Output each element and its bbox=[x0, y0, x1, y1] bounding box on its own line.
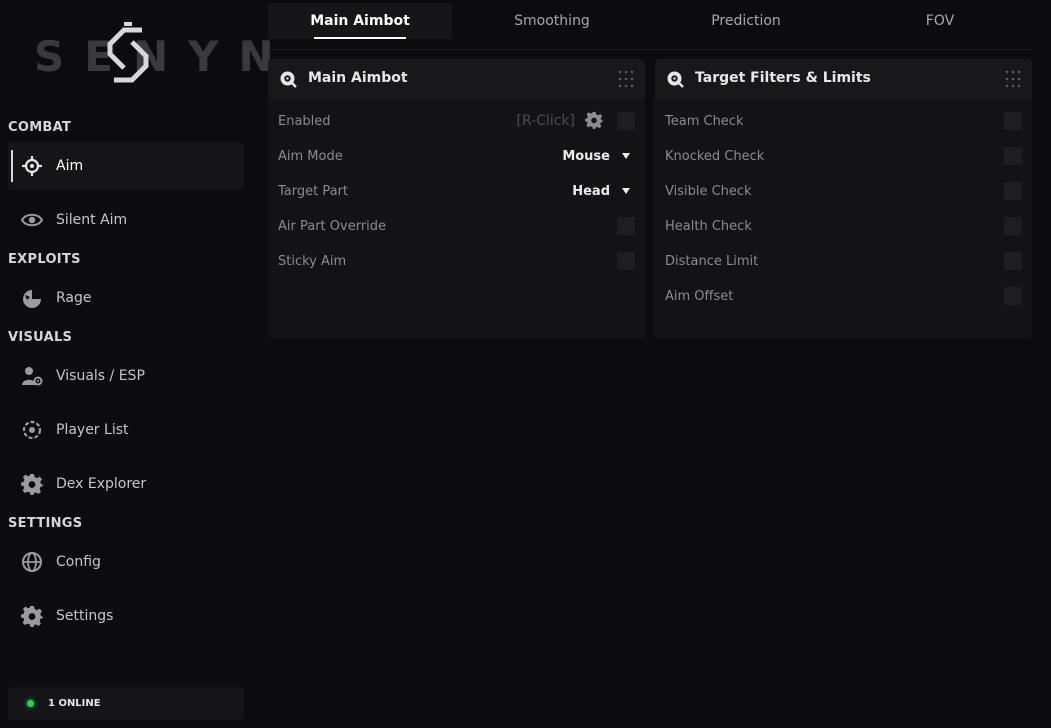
section-title-visuals: VISUALS bbox=[8, 330, 73, 345]
sidebar-item-config[interactable]: Config bbox=[8, 538, 244, 586]
tab-label: FOV bbox=[925, 13, 955, 29]
aim-offset-checkbox[interactable] bbox=[1004, 287, 1022, 305]
row-team-check: Team Check bbox=[655, 106, 1032, 141]
panel-target-filters: Target Filters & Limits Team Check Knock… bbox=[655, 59, 1032, 339]
logo-mark-icon bbox=[107, 22, 149, 83]
row-label: Aim Offset bbox=[665, 289, 734, 304]
row-label: Health Check bbox=[665, 219, 752, 234]
tab-label: Main Aimbot bbox=[310, 13, 410, 29]
sidebar-item-player-list[interactable]: Player List bbox=[8, 406, 244, 454]
gear-icon bbox=[21, 606, 43, 627]
row-label: Aim Mode bbox=[278, 149, 343, 164]
tab-prediction[interactable]: Prediction bbox=[654, 3, 838, 39]
sidebar-item-settings[interactable]: Settings bbox=[8, 592, 244, 640]
brand-logo: SENYN bbox=[34, 22, 274, 88]
player-list-icon bbox=[22, 420, 42, 440]
tab-label: Prediction bbox=[711, 13, 781, 29]
row-label: Target Part bbox=[278, 184, 349, 199]
sidebar-item-label: Config bbox=[56, 554, 101, 570]
row-target-part: Target Part Head bbox=[268, 176, 645, 211]
row-air-part-override: Air Part Override bbox=[268, 211, 645, 246]
panel-header: Main Aimbot bbox=[268, 59, 645, 99]
drag-handle-icon[interactable] bbox=[1004, 70, 1022, 88]
section-title-combat: COMBAT bbox=[8, 120, 72, 135]
row-label: Visible Check bbox=[665, 184, 752, 199]
row-label: Knocked Check bbox=[665, 149, 765, 164]
row-aim-mode: Aim Mode Mouse bbox=[268, 141, 645, 176]
keybind-button[interactable]: [R-Click] bbox=[517, 113, 576, 129]
sidebar-item-dex-explorer[interactable]: Dex Explorer bbox=[8, 460, 244, 508]
gear-icon[interactable] bbox=[585, 111, 603, 129]
rage-icon bbox=[23, 290, 41, 308]
user-settings-icon bbox=[22, 367, 43, 386]
sidebar: SENYN COMBAT Aim Silent Aim EXPLOITS Rag… bbox=[0, 0, 274, 728]
logo-wordmark: SENYN bbox=[34, 32, 294, 81]
visible-check-checkbox[interactable] bbox=[1004, 182, 1022, 200]
online-status: 1 ONLINE bbox=[8, 687, 244, 720]
caret-down-icon[interactable] bbox=[621, 152, 631, 160]
sidebar-item-label: Settings bbox=[56, 608, 114, 624]
row-label: Distance Limit bbox=[665, 254, 759, 269]
sidebar-item-label: Visuals / ESP bbox=[56, 368, 145, 384]
eye-icon bbox=[21, 213, 43, 227]
row-label: Sticky Aim bbox=[278, 254, 347, 269]
knocked-check-checkbox[interactable] bbox=[1004, 147, 1022, 165]
row-knocked-check: Knocked Check bbox=[655, 141, 1032, 176]
target-search-icon bbox=[667, 71, 684, 88]
section-title-settings: SETTINGS bbox=[8, 516, 83, 531]
crosshair-icon bbox=[22, 156, 42, 176]
sidebar-item-label: Rage bbox=[56, 290, 92, 306]
drag-handle-icon[interactable] bbox=[617, 70, 635, 88]
tab-main-aimbot[interactable]: Main Aimbot bbox=[268, 3, 452, 39]
sidebar-item-rage[interactable]: Rage bbox=[8, 274, 244, 322]
panel-header: Target Filters & Limits bbox=[655, 59, 1032, 99]
panel-title: Main Aimbot bbox=[308, 70, 408, 86]
panel-main-aimbot: Main Aimbot Enabled [R-Click] Aim Mode M… bbox=[268, 59, 645, 339]
row-health-check: Health Check bbox=[655, 211, 1032, 246]
distance-limit-checkbox[interactable] bbox=[1004, 252, 1022, 270]
gear-icon bbox=[21, 474, 43, 495]
tab-label: Smoothing bbox=[514, 13, 590, 29]
team-check-checkbox[interactable] bbox=[1004, 112, 1022, 130]
sticky-aim-checkbox[interactable] bbox=[617, 252, 635, 270]
tab-fov[interactable]: FOV bbox=[848, 3, 1032, 39]
enabled-checkbox[interactable] bbox=[617, 112, 635, 130]
row-visible-check: Visible Check bbox=[655, 176, 1032, 211]
online-dot-icon bbox=[27, 700, 34, 707]
air-part-override-checkbox[interactable] bbox=[617, 217, 635, 235]
row-aim-offset: Aim Offset bbox=[655, 281, 1032, 316]
sidebar-item-label: Aim bbox=[56, 158, 84, 174]
active-tab-indicator bbox=[314, 37, 406, 39]
target-part-dropdown[interactable]: Head bbox=[572, 184, 610, 199]
row-label: Air Part Override bbox=[278, 219, 387, 234]
sidebar-item-label: Dex Explorer bbox=[56, 476, 147, 492]
sidebar-item-visuals-esp[interactable]: Visuals / ESP bbox=[8, 352, 244, 400]
row-sticky-aim: Sticky Aim bbox=[268, 246, 645, 281]
panel-title: Target Filters & Limits bbox=[695, 70, 871, 86]
target-search-icon bbox=[280, 71, 297, 88]
aim-mode-dropdown[interactable]: Mouse bbox=[562, 149, 610, 164]
tab-smoothing[interactable]: Smoothing bbox=[460, 3, 644, 39]
sidebar-item-label: Silent Aim bbox=[56, 212, 128, 228]
sidebar-item-silent-aim[interactable]: Silent Aim bbox=[8, 196, 244, 244]
sidebar-item-label: Player List bbox=[56, 422, 129, 438]
app-window: SENYN COMBAT Aim Silent Aim EXPLOITS Rag… bbox=[0, 0, 1051, 728]
globe-icon bbox=[22, 552, 42, 572]
health-check-checkbox[interactable] bbox=[1004, 217, 1022, 235]
row-label: Enabled bbox=[278, 114, 331, 129]
online-count: 1 ONLINE bbox=[48, 698, 101, 709]
row-label: Team Check bbox=[665, 114, 744, 129]
caret-down-icon[interactable] bbox=[621, 187, 631, 195]
sidebar-item-aim[interactable]: Aim bbox=[8, 142, 244, 190]
row-enabled: Enabled [R-Click] bbox=[268, 106, 645, 141]
section-title-exploits: EXPLOITS bbox=[8, 252, 81, 267]
tab-bar: Main Aimbot Smoothing Prediction FOV bbox=[268, 3, 1032, 50]
row-distance-limit: Distance Limit bbox=[655, 246, 1032, 281]
